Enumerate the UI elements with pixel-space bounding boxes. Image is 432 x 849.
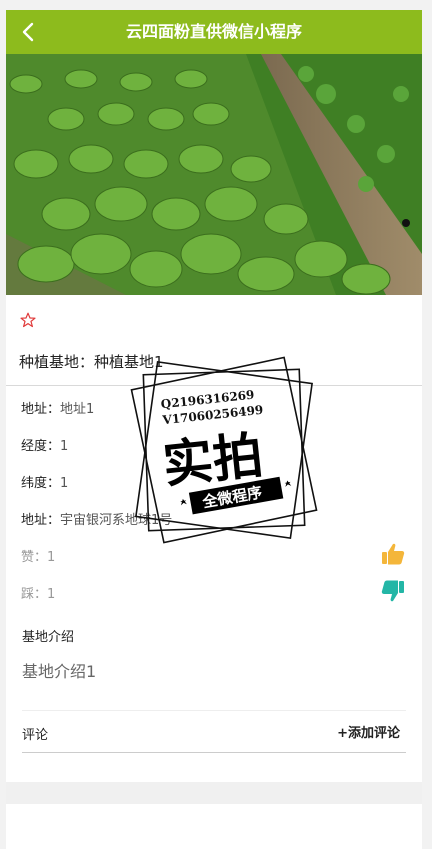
thumbs-down-icon[interactable] — [380, 578, 406, 604]
watermark-ribbon-text: 全微程序 — [200, 483, 263, 511]
back-arrow-icon[interactable] — [18, 21, 40, 43]
watermark-big-text: 实拍 — [160, 426, 266, 494]
divider — [22, 752, 406, 753]
watermark-line2: V17060256499 — [161, 403, 264, 428]
watermark-line1: Q2196316269 — [160, 388, 255, 412]
top-bar: 云四面粉直供微信小程序 — [6, 10, 422, 54]
base-name-label: 种植基地： — [19, 353, 95, 371]
base-name-value: 种植基地1 — [94, 353, 164, 371]
favorite-star-icon[interactable] — [20, 312, 36, 328]
like-row: 赞：1 — [21, 550, 56, 565]
intro-text: 基地介绍1 — [22, 662, 97, 681]
detail-row-longitude: 经度：1 — [21, 439, 69, 454]
detail-row-address: 地址：地址1 — [21, 402, 95, 417]
vegetable-field-photo — [6, 54, 422, 295]
base-name: 种植基地：种植基地1 — [19, 351, 164, 372]
detail-row-location: 地址：宇宙银河系地球1号 — [21, 513, 173, 528]
comments-title: 评论 — [22, 728, 49, 743]
divider — [6, 385, 422, 386]
detail-row-latitude: 纬度：1 — [21, 476, 69, 491]
dislike-row: 踩：1 — [21, 587, 56, 602]
screen: 云四面粉直供微信小程序 种植基地：种植基地1 地址：地址1 经度：1 纬度：1 … — [6, 10, 422, 849]
thumbs-up-icon[interactable] — [380, 541, 406, 567]
intro-heading: 基地介绍 — [22, 630, 75, 645]
carousel-indicator-dot[interactable] — [402, 219, 410, 227]
hero-image-carousel[interactable] — [6, 54, 422, 295]
page-title: 云四面粉直供微信小程序 — [125, 22, 302, 41]
divider — [22, 710, 406, 711]
add-comment-button[interactable]: +添加评论 — [337, 722, 400, 741]
section-spacer — [6, 782, 422, 804]
